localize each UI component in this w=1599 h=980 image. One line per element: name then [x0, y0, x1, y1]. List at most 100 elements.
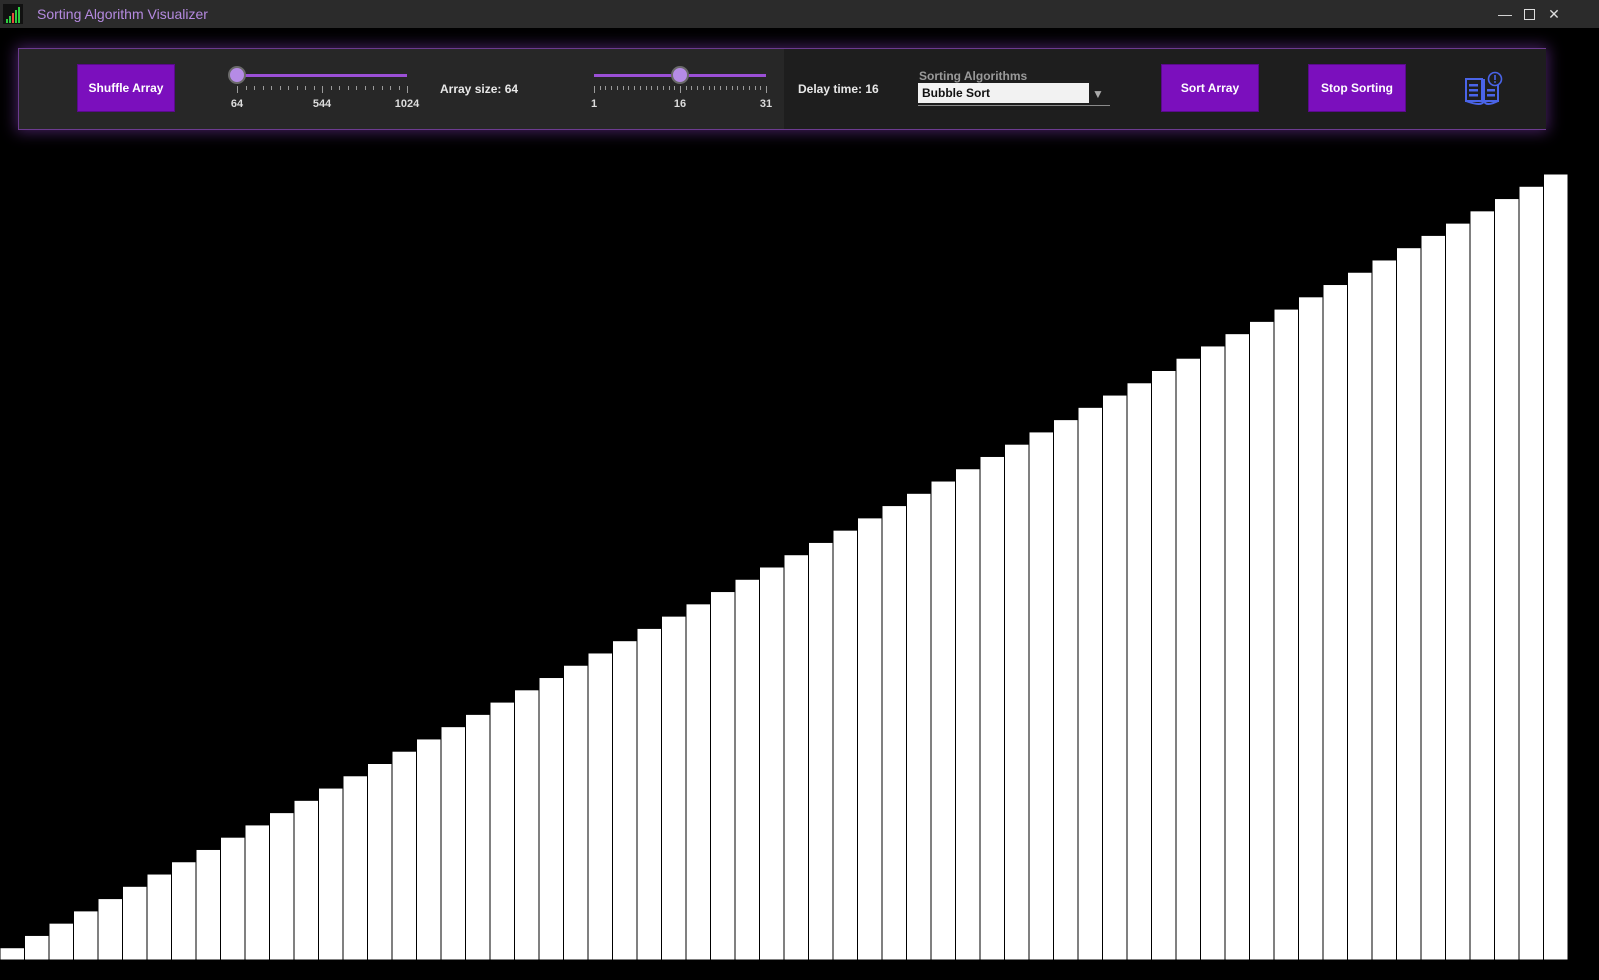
slider-tick-label: 1024	[394, 98, 420, 110]
array-bar	[1004, 443, 1030, 961]
algorithms-caption: Sorting Algorithms	[919, 69, 1028, 83]
slider-tick	[628, 86, 630, 90]
slider-tick	[616, 86, 618, 90]
slider-tick	[662, 86, 664, 90]
array-bar	[1543, 173, 1569, 961]
delay-time-label: Delay time: 16	[798, 82, 879, 96]
slider-tick	[254, 86, 255, 90]
array-bar	[367, 763, 393, 961]
maximize-icon[interactable]	[1519, 4, 1539, 24]
slider-tick	[674, 86, 676, 90]
array-size-slider[interactable]: 64 544 1024	[228, 49, 419, 110]
slider-tick	[743, 86, 745, 90]
array-bar	[710, 591, 736, 961]
slider-tick	[657, 86, 659, 90]
array-size-label: Array size: 64	[440, 82, 519, 96]
slider-tick	[731, 86, 733, 90]
slider-tick-label: 1	[590, 98, 598, 110]
control-toolbar: Shuffle Array 64 544 1024 Array size: 64 1…	[18, 48, 1546, 130]
array-bar	[514, 689, 540, 961]
slider-tick	[356, 86, 357, 90]
chevron-down-icon[interactable]: ▼	[1092, 87, 1104, 101]
array-bar	[195, 848, 221, 961]
slider-ticks	[594, 86, 767, 94]
book-info-icon[interactable]	[1463, 71, 1503, 107]
slider-tick	[599, 86, 601, 90]
minimize-icon[interactable]: —	[1495, 4, 1515, 24]
array-bar	[832, 529, 858, 961]
array-bar	[171, 861, 197, 961]
slider-tick	[262, 86, 264, 90]
app-window: Sorting Algorithm Visualizer — ✕ Shuffle…	[0, 0, 1599, 980]
slider-track[interactable]	[237, 74, 407, 77]
array-bar	[1298, 296, 1324, 961]
slider-thumb[interactable]	[671, 66, 689, 84]
slider-tick	[288, 86, 289, 90]
array-bar	[587, 652, 613, 961]
array-bar	[759, 566, 785, 961]
slider-tick	[305, 86, 306, 90]
slider-tick	[622, 86, 624, 90]
slider-tick	[680, 86, 681, 93]
slider-thumb[interactable]	[228, 66, 246, 84]
slider-tick	[714, 86, 716, 90]
window-title: Sorting Algorithm Visualizer	[37, 6, 208, 22]
slider-tick	[271, 86, 272, 90]
slider-tick-label: 16	[673, 98, 687, 110]
slider-tick	[748, 86, 750, 90]
stop-sorting-button[interactable]: Stop Sorting	[1308, 64, 1406, 112]
array-bar	[1518, 185, 1544, 961]
slider-tick	[322, 86, 323, 93]
array-bar	[269, 812, 295, 961]
array-bar	[1249, 320, 1275, 961]
array-bar	[1371, 259, 1397, 961]
array-bar	[538, 677, 564, 961]
array-bar	[24, 934, 50, 961]
array-bar	[636, 627, 662, 961]
array-bar	[318, 787, 344, 961]
array-bar	[97, 898, 123, 961]
slider-tick	[605, 86, 607, 90]
array-bar	[220, 836, 246, 961]
slider-tick	[381, 86, 383, 90]
slider-tick	[737, 86, 739, 90]
array-bar	[440, 726, 466, 961]
algorithm-select[interactable]: Bubble Sort ▼	[918, 83, 1110, 106]
array-bar	[1420, 234, 1446, 961]
array-bar	[465, 713, 491, 961]
array-bar	[685, 603, 711, 961]
array-bar	[906, 492, 932, 961]
array-bar	[1469, 210, 1495, 961]
array-bar	[955, 468, 981, 961]
slider-tick	[760, 86, 762, 90]
slider-tick	[279, 86, 281, 90]
algorithm-selected-value[interactable]: Bubble Sort	[918, 83, 1089, 103]
array-bar	[857, 517, 883, 961]
sort-array-button[interactable]: Sort Array	[1161, 64, 1259, 112]
slider-tick	[725, 86, 727, 90]
array-bar	[293, 799, 319, 961]
slider-tick-label: 31	[759, 98, 773, 110]
array-bar	[1126, 382, 1152, 961]
title-bar: Sorting Algorithm Visualizer — ✕	[0, 0, 1599, 28]
array-bar	[489, 701, 515, 961]
array-bar	[1053, 419, 1079, 961]
slider-tick	[708, 86, 710, 90]
slider-tick	[697, 86, 699, 90]
slider-tick	[373, 86, 374, 90]
delay-time-slider[interactable]: 1 16 31	[591, 49, 772, 110]
slider-tick	[702, 86, 704, 90]
array-bar	[1102, 394, 1128, 961]
slider-tick	[720, 86, 722, 90]
close-icon[interactable]: ✕	[1544, 4, 1564, 24]
array-bar	[244, 824, 270, 961]
slider-tick	[685, 86, 687, 90]
array-bar	[1347, 271, 1373, 961]
bars-canvas	[0, 173, 1569, 961]
shuffle-array-button[interactable]: Shuffle Array	[77, 64, 175, 112]
array-bar	[783, 554, 809, 961]
slider-tick	[611, 86, 613, 90]
array-bar	[930, 480, 956, 961]
array-bar	[1028, 431, 1054, 961]
array-bar	[1322, 284, 1348, 961]
